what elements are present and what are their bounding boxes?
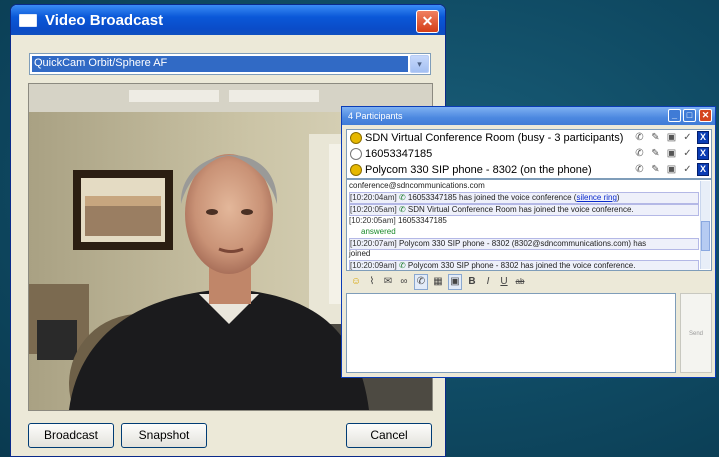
cancel-button[interactable]: Cancel bbox=[346, 423, 432, 448]
participant-row[interactable]: SDN Virtual Conference Room (busy - 3 pa… bbox=[347, 130, 711, 146]
video-icon[interactable]: ▣ bbox=[665, 163, 678, 176]
phone-icon[interactable]: ✆ bbox=[633, 147, 646, 160]
remove-icon[interactable]: X bbox=[697, 147, 709, 160]
camera-select[interactable]: QuickCam Orbit/Sphere AF ▾ bbox=[29, 53, 431, 75]
window-app-icon bbox=[19, 13, 37, 27]
compose-toolbar: ☺ ⌇ ✉ ∞ ✆ ▦ ▣ B I U ab bbox=[346, 273, 712, 291]
close-button[interactable]: ✕ bbox=[416, 10, 439, 33]
participant-name: Polycom 330 SIP phone - 8302 (on the pho… bbox=[365, 164, 592, 176]
log-line: [10:20:05am] ✆ SDN Virtual Conference Ro… bbox=[349, 204, 699, 216]
log-line: joined bbox=[349, 249, 371, 258]
phone-icon[interactable]: ✆ bbox=[633, 131, 646, 144]
message-input[interactable] bbox=[346, 293, 676, 373]
idle-status-icon bbox=[350, 148, 362, 160]
participants-window: 4 Participants _ □ ✕ SDN Virtual Confere… bbox=[341, 106, 716, 378]
participant-row[interactable]: 16053347185 ✆ ✎ ▣ ✓ X bbox=[347, 146, 711, 162]
log-line: [10:20:05am] 16053347185 bbox=[349, 216, 447, 225]
send-button[interactable]: Send bbox=[680, 293, 712, 373]
busy-status-icon bbox=[350, 164, 362, 176]
remove-icon[interactable]: X bbox=[697, 163, 709, 176]
log-line: [10:20:09am] ✆ Polycom 330 SIP phone - 8… bbox=[349, 260, 699, 270]
participant-name: 16053347185 bbox=[365, 148, 433, 160]
conversation-log[interactable]: conference@sdncommunications.com [10:20:… bbox=[346, 179, 712, 271]
strike-button[interactable]: ab bbox=[514, 275, 526, 289]
close-button[interactable]: ✕ bbox=[699, 109, 712, 122]
underline-button[interactable]: U bbox=[498, 275, 510, 289]
camera-select-value: QuickCam Orbit/Sphere AF bbox=[32, 56, 408, 72]
snapshot-button[interactable]: Snapshot bbox=[121, 423, 207, 448]
phone-icon[interactable]: ✆ bbox=[414, 274, 428, 290]
video-icon[interactable]: ▣ bbox=[665, 147, 678, 160]
log-line: [10:20:04am] ✆ 16053347185 has joined th… bbox=[349, 192, 699, 204]
minimize-button[interactable]: _ bbox=[668, 109, 681, 122]
video-broadcast-titlebar[interactable]: Video Broadcast bbox=[11, 5, 445, 35]
window-title: Video Broadcast bbox=[45, 11, 164, 29]
check-icon[interactable]: ✓ bbox=[681, 131, 694, 144]
check-icon[interactable]: ✓ bbox=[681, 147, 694, 160]
chevron-down-icon[interactable]: ▾ bbox=[410, 55, 429, 73]
scroll-thumb[interactable] bbox=[701, 221, 710, 251]
participants-title: 4 Participants bbox=[348, 111, 403, 121]
phone-icon[interactable]: ✆ bbox=[633, 163, 646, 176]
broadcast-button[interactable]: Broadcast bbox=[28, 423, 114, 448]
participant-name: SDN Virtual Conference Room (busy - 3 pa… bbox=[365, 132, 624, 144]
busy-status-icon bbox=[350, 132, 362, 144]
participant-row[interactable]: Polycom 330 SIP phone - 8302 (on the pho… bbox=[347, 162, 711, 178]
italic-button[interactable]: I bbox=[482, 275, 494, 289]
paperclip-icon[interactable]: ⌇ bbox=[366, 275, 378, 289]
log-line: answered bbox=[361, 227, 396, 236]
bold-button[interactable]: B bbox=[466, 275, 478, 289]
image-icon[interactable]: ▦ bbox=[432, 275, 444, 289]
check-icon[interactable]: ✓ bbox=[681, 163, 694, 176]
maximize-button[interactable]: □ bbox=[683, 109, 696, 122]
silence-ring-link[interactable]: silence ring bbox=[576, 193, 616, 202]
video-icon[interactable]: ▣ bbox=[665, 131, 678, 144]
log-line: conference@sdncommunications.com bbox=[349, 181, 485, 190]
pen-icon[interactable]: ✎ bbox=[649, 163, 662, 176]
speech-icon[interactable]: ✉ bbox=[382, 275, 394, 289]
camera-icon[interactable]: ▣ bbox=[448, 274, 462, 290]
smiley-icon[interactable]: ☺ bbox=[350, 275, 362, 289]
participant-list: SDN Virtual Conference Room (busy - 3 pa… bbox=[346, 129, 712, 179]
participants-titlebar[interactable]: 4 Participants _ □ ✕ bbox=[342, 107, 715, 125]
log-scrollbar[interactable] bbox=[700, 181, 710, 269]
pen-icon[interactable]: ✎ bbox=[649, 147, 662, 160]
pen-icon[interactable]: ✎ bbox=[649, 131, 662, 144]
link-icon[interactable]: ∞ bbox=[398, 275, 410, 289]
remove-icon[interactable]: X bbox=[697, 131, 709, 144]
